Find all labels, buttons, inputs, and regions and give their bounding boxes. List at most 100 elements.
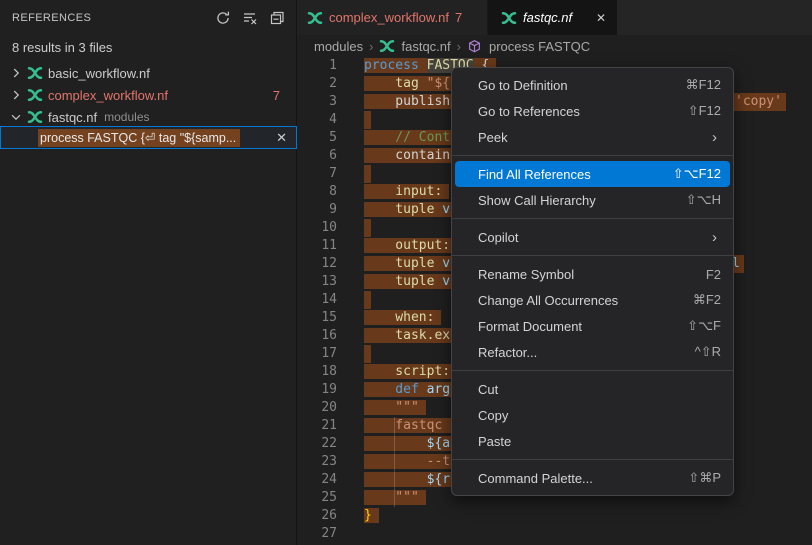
menu-item-label: Find All References [478,167,673,182]
menu-item-rename-symbol[interactable]: Rename SymbolF2 [455,261,730,287]
menu-item-change-all-occurrences[interactable]: Change All Occurrences⌘F2 [455,287,730,313]
selection-stub [364,291,371,309]
menu-item-go-to-references[interactable]: Go to References⇧F12 [455,98,730,124]
code-token: // Conta [364,130,458,145]
tab-bar: complex_workflow.nf7 fastqc.nf ✕ [297,0,812,35]
menu-item-shortcut: ⇧⌥F12 [673,166,721,182]
code-text: containe [364,148,465,163]
breadcrumb-item-fastqc-nf[interactable]: fastqc.nf [401,39,450,54]
breadcrumb-item-modules[interactable]: modules [314,39,363,54]
menu-item-shortcut: ⇧⌥H [686,192,721,208]
menu-item-cut[interactable]: Cut [455,376,730,402]
sidebar-toolbar [214,9,286,27]
menu-item-refactor[interactable]: Refactor...^⇧R [455,339,730,365]
line-number: 15 [297,309,337,327]
code-token: --th [364,454,458,469]
code-token: } [364,508,372,523]
vscode-window: REFERENCES 8 results in 3 files basic_wo… [0,0,812,545]
line-number: 3 [297,93,337,111]
nextflow-icon [379,38,395,54]
code-token: """ [364,400,419,415]
code-token: task.ext [364,328,458,343]
code-text: // Conta [364,130,465,145]
code-token: tag [364,76,427,91]
menu-item-label: Paste [478,434,721,449]
menu-item-format-document[interactable]: Format Document⇧⌥F [455,313,730,339]
code-token: input: [364,184,442,199]
tab-label: complex_workflow.nf [329,10,449,25]
code-token: tuple [364,274,434,289]
line-number: 25 [297,489,337,507]
menu-item-command-palette[interactable]: Command Palette...⇧⌘P [455,465,730,491]
chevron-right-icon: › [712,229,717,246]
menu-item-copy[interactable]: Copy [455,402,730,428]
menu-item-copilot[interactable]: Copilot› [455,224,730,250]
line-number: 13 [297,273,337,291]
tab-complex-workflow-nf[interactable]: complex_workflow.nf7 [297,0,488,35]
line-number: 21 [297,417,337,435]
code-token: output: [364,238,450,253]
panel-title: REFERENCES [12,12,214,24]
code-token: script: [364,364,450,379]
results-tree: basic_workflow.nfcomplex_workflow.nf7fas… [0,62,296,128]
clear-all-icon[interactable] [241,9,259,27]
code-text: tuple va [364,202,465,217]
close-icon[interactable]: ✕ [276,130,287,146]
refresh-icon[interactable] [214,9,232,27]
results-summary: 8 results in 3 files [12,40,296,55]
menu-separator [452,370,733,371]
file-name: fastqc.nf [48,110,97,125]
references-sidebar: REFERENCES 8 results in 3 files basic_wo… [0,0,297,545]
code-text: fastqc \ [364,418,465,433]
code-token [364,472,427,487]
menu-item-peek[interactable]: Peek› [455,124,730,150]
menu-item-paste[interactable]: Paste [455,428,730,454]
line-number: 14 [297,291,337,309]
selection-stub [364,219,371,237]
chevron-right-icon[interactable] [7,87,25,103]
file-row-complex-workflow-nf[interactable]: complex_workflow.nf7 [0,84,296,106]
menu-item-shortcut: ^⇧R [695,344,721,360]
close-icon[interactable]: ✕ [593,10,609,26]
selection-stub [364,345,371,363]
menu-item-show-call-hierarchy[interactable]: Show Call Hierarchy⇧⌥H [455,187,730,213]
menu-item-shortcut: ⌘F12 [686,77,721,93]
nextflow-icon [307,10,323,26]
menu-item-label: Go to Definition [478,78,686,93]
line-number: 23 [297,453,337,471]
line-number: 24 [297,471,337,489]
code-text: --th [364,454,465,469]
code-text: def args [364,382,465,397]
nextflow-icon [501,10,517,26]
chevron-down-icon[interactable] [7,109,25,125]
code-token: fastqc \ [364,418,458,433]
menu-item-label: Copilot [478,230,712,245]
tab-label: fastqc.nf [523,10,572,25]
menu-item-label: Cut [478,382,721,397]
tab-fastqc-nf[interactable]: fastqc.nf ✕ [488,0,617,35]
breadcrumb-separator: › [457,39,461,54]
collapse-all-icon[interactable] [268,9,286,27]
file-row-fastqc-nf[interactable]: fastqc.nfmodules [0,106,296,128]
breadcrumb-item-process-fastqc[interactable]: process FASTQC [489,39,590,54]
code-line: 26} [297,507,812,525]
nextflow-icon [27,65,43,81]
breadcrumb-separator: › [369,39,373,54]
code-text: output: [364,238,457,253]
reference-match-row[interactable]: process FASTQC {⏎ tag "${samp... ✕ [0,126,297,149]
code-token: process [364,58,427,73]
line-number: 11 [297,237,337,255]
line-number: 20 [297,399,337,417]
menu-item-go-to-definition[interactable]: Go to Definition⌘F12 [455,72,730,98]
menu-item-find-all-references[interactable]: Find All References⇧⌥F12 [455,161,730,187]
line-number: 26 [297,507,337,525]
chevron-right-icon[interactable] [7,65,25,81]
indent-guide [394,417,395,507]
code-fragment: 'copy' [733,93,786,111]
selection-stub [364,111,371,129]
line-number: 5 [297,129,337,147]
code-token: def [364,382,419,397]
match-text: process FASTQC {⏎ tag "${samp... [38,129,240,147]
code-text: publishD [364,94,465,109]
file-row-basic-workflow-nf[interactable]: basic_workflow.nf [0,62,296,84]
